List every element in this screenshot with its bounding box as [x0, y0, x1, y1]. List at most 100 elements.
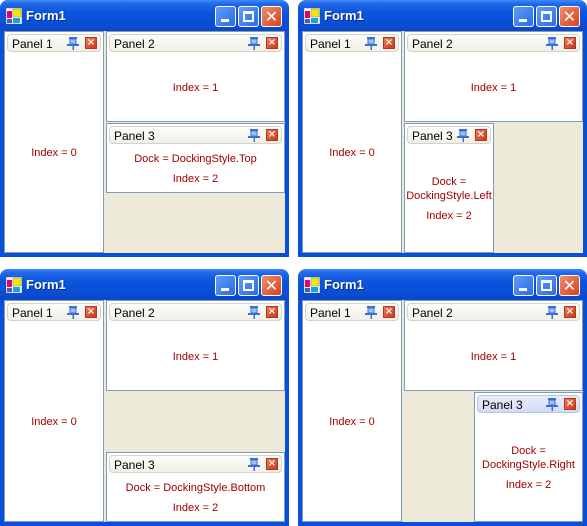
form-window: Form1 ✕ Panel 1 × Index = 0 Panel 2 × In… [0, 0, 289, 257]
panel-close-icon[interactable]: × [266, 458, 278, 470]
panel-close-icon[interactable]: × [85, 37, 97, 49]
pin-icon[interactable] [247, 36, 261, 50]
pin-icon[interactable] [247, 457, 261, 471]
panel-title: Panel 2 [114, 306, 155, 320]
pin-icon[interactable] [545, 305, 559, 319]
panel-close-icon[interactable]: × [266, 129, 278, 141]
index-label: Index = 1 [172, 350, 219, 363]
app-icon [6, 8, 22, 24]
dock-panel-1[interactable]: Panel 1 × Index = 0 [302, 300, 402, 522]
dock-panel-1[interactable]: Panel 1 × Index = 0 [4, 300, 104, 522]
maximize-icon [243, 280, 254, 291]
maximize-icon [243, 11, 254, 22]
close-icon: ✕ [562, 276, 577, 295]
title-bar[interactable]: Form1 ✕ [0, 269, 289, 300]
form-window: Form1 ✕ Panel 1 × Index = 0 Panel 2 × In… [0, 269, 289, 526]
pin-icon[interactable] [364, 36, 378, 50]
title-bar[interactable]: Form1 ✕ [298, 0, 587, 31]
panel-title: Panel 3 [114, 458, 155, 472]
pin-icon[interactable] [66, 305, 80, 319]
index-label: Index = 0 [31, 147, 77, 159]
close-button[interactable]: ✕ [261, 275, 282, 296]
pin-icon[interactable] [545, 36, 559, 50]
app-icon [6, 277, 22, 293]
maximize-button[interactable] [238, 275, 259, 296]
dock-panel-3[interactable]: Panel 3 × Dock = DockingStyle.Top Index =… [106, 123, 285, 193]
panel-header[interactable]: Panel 3 × [109, 126, 282, 144]
minimize-icon [519, 19, 527, 22]
panel-body: Index = 0 [303, 323, 401, 521]
title-bar[interactable]: Form1 ✕ [0, 0, 289, 31]
panel-body: Dock = DockingStyle.Top Index = 2 [107, 146, 284, 192]
index-label: Index = 1 [172, 81, 219, 94]
panel-title: Panel 2 [114, 37, 155, 51]
dock-panel-2[interactable]: Panel 2 × Index = 1 [404, 31, 583, 122]
panel-close-icon[interactable]: × [564, 37, 576, 49]
panel-title: Panel 1 [12, 37, 53, 51]
maximize-button[interactable] [536, 275, 557, 296]
dock-panel-2[interactable]: Panel 2 × Index = 1 [404, 300, 583, 391]
panel-close-icon[interactable]: × [475, 129, 487, 141]
minimize-button[interactable] [215, 275, 236, 296]
panel-header[interactable]: Panel 1 × [305, 34, 399, 52]
form-window: Form1 ✕ Panel 1 × Index = 0 Panel 2 × In… [298, 269, 587, 526]
dock-label: Dock = [431, 176, 467, 188]
index-label: Index = 0 [31, 416, 77, 428]
panel-header[interactable]: Panel 2 × [109, 34, 282, 52]
minimize-button[interactable] [215, 6, 236, 27]
panel-close-icon[interactable]: × [85, 306, 97, 318]
dock-panel-2[interactable]: Panel 2 × Index = 1 [106, 31, 285, 122]
minimize-button[interactable] [513, 275, 534, 296]
panel-header[interactable]: Panel 2 × [109, 303, 282, 321]
dock-panel-2[interactable]: Panel 2 × Index = 1 [106, 300, 285, 391]
pin-icon[interactable] [247, 305, 261, 319]
panel-header[interactable]: Panel 1 × [7, 34, 101, 52]
window-title: Form1 [324, 277, 364, 292]
close-button[interactable]: ✕ [261, 6, 282, 27]
panel-title: Panel 1 [310, 37, 351, 51]
maximize-icon [541, 11, 552, 22]
dock-panel-3[interactable]: Panel 3 × Dock = DockingStyle.Bottom Inde… [106, 452, 285, 522]
panel-body: Index = 1 [107, 54, 284, 121]
minimize-icon [221, 19, 229, 22]
pin-icon[interactable] [66, 36, 80, 50]
panel-body: Index = 0 [5, 54, 103, 252]
panel-header[interactable]: Panel 2 × [407, 34, 580, 52]
window-title: Form1 [26, 8, 66, 23]
dock-panel-3[interactable]: Panel 3 × Dock = DockingStyle.Left Index =… [404, 123, 494, 253]
panel-header[interactable]: Panel 2 × [407, 303, 580, 321]
panel-header[interactable]: Panel 3 × [407, 126, 491, 144]
close-button[interactable]: ✕ [559, 275, 580, 296]
pin-icon[interactable] [545, 397, 559, 411]
dock-panel-1[interactable]: Panel 1 × Index = 0 [302, 31, 402, 253]
title-bar[interactable]: Form1 ✕ [298, 269, 587, 300]
panel-title: Panel 3 [114, 129, 155, 143]
panel-title: Panel 3 [412, 129, 453, 143]
panel-close-icon[interactable]: × [564, 398, 576, 410]
panel-close-icon[interactable]: × [383, 306, 395, 318]
index-label: Index = 1 [470, 81, 517, 94]
panel-body: Index = 1 [107, 323, 284, 390]
pin-icon[interactable] [247, 128, 261, 142]
maximize-button[interactable] [536, 6, 557, 27]
maximize-button[interactable] [238, 6, 259, 27]
pin-icon[interactable] [456, 128, 470, 142]
dock-label: Dock = [511, 445, 546, 457]
panel-close-icon[interactable]: × [266, 306, 278, 318]
panel-close-icon[interactable]: × [383, 37, 395, 49]
close-icon: ✕ [562, 7, 577, 26]
panel-title: Panel 1 [12, 306, 53, 320]
pin-icon[interactable] [364, 305, 378, 319]
panel-close-icon[interactable]: × [564, 306, 576, 318]
panel-header[interactable]: Panel 3 × [109, 455, 282, 473]
close-button[interactable]: ✕ [559, 6, 580, 27]
panel-close-icon[interactable]: × [266, 37, 278, 49]
panel-header[interactable]: Panel 1 × [305, 303, 399, 321]
panel-header[interactable]: Panel 1 × [7, 303, 101, 321]
dock-panel-3[interactable]: Panel 3 × Dock = DockingStyle.Right Index … [474, 392, 583, 522]
index-label: Index = 1 [470, 350, 517, 363]
panel-header[interactable]: Panel 3 × [477, 395, 580, 413]
dock-label: Dock = DockingStyle.Top [134, 153, 257, 165]
minimize-button[interactable] [513, 6, 534, 27]
dock-panel-1[interactable]: Panel 1 × Index = 0 [4, 31, 104, 253]
